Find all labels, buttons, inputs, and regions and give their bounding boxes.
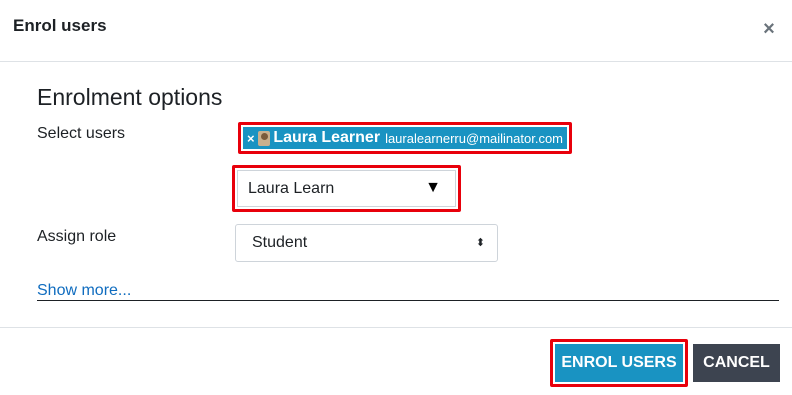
dropdown-arrow-icon[interactable]: ▼	[425, 179, 441, 197]
show-more-divider	[37, 300, 779, 301]
close-icon[interactable]: ×	[760, 18, 778, 40]
enrol-users-button[interactable]: ENROL USERS	[555, 344, 683, 382]
modal-header: Enrol users ×	[0, 0, 792, 62]
remove-user-icon[interactable]: ×	[247, 131, 255, 146]
assign-role-select[interactable]: Student ⬍	[235, 224, 498, 262]
user-avatar-icon	[257, 130, 271, 146]
enrolment-options-heading: Enrolment options	[37, 84, 223, 110]
role-select-value: Student	[252, 234, 308, 251]
user-search-field: ▼	[237, 170, 456, 207]
assign-role-label: Assign role	[37, 228, 117, 245]
user-search-input[interactable]	[238, 171, 418, 206]
cancel-button[interactable]: CANCEL	[693, 344, 780, 382]
selected-user-email: lauralearnerru@mailinator.com	[385, 130, 563, 146]
select-users-label: Select users	[37, 125, 126, 142]
selected-user-name: Laura Learner	[273, 129, 381, 146]
select-sort-icon: ⬍	[475, 237, 485, 249]
user-search-highlight: ▼	[232, 165, 461, 212]
selected-user-tag[interactable]: × Laura Learner lauralearnerru@mailinato…	[243, 127, 567, 149]
modal-title: Enrol users	[13, 16, 107, 35]
show-more-link[interactable]: Show more...	[37, 282, 131, 300]
selected-users-highlight: × Laura Learner lauralearnerru@mailinato…	[238, 122, 572, 154]
enrol-button-highlight: ENROL USERS	[550, 339, 688, 387]
enrol-users-modal: Enrol users × Enrolment options Select u…	[0, 0, 792, 395]
